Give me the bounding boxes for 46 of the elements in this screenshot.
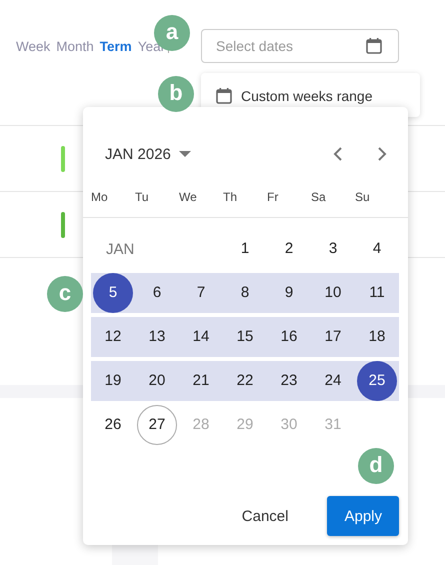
weekday-label: Tu <box>135 190 150 206</box>
callout-marker: c <box>47 276 83 312</box>
calendar-day[interactable]: 24 <box>313 361 353 401</box>
calendar-day[interactable]: 7 <box>181 273 221 313</box>
calendar-day[interactable]: 8 <box>225 273 265 313</box>
date-field[interactable]: Select dates <box>201 29 399 63</box>
calendar-day[interactable]: 14 <box>181 317 221 357</box>
calendar-day[interactable]: 4 <box>357 229 397 269</box>
calendar-day[interactable]: 13 <box>137 317 177 357</box>
calendar-day[interactable]: 12 <box>93 317 133 357</box>
weekday-label: Fr <box>267 190 280 206</box>
calendar-day[interactable]: 1 <box>225 229 265 269</box>
calendar-day[interactable]: 15 <box>225 317 265 357</box>
calendar-day[interactable]: 2 <box>269 229 309 269</box>
calendar-day[interactable]: 18 <box>357 317 397 357</box>
calendar-day[interactable]: 3 <box>313 229 353 269</box>
weekday-label: We <box>179 190 198 206</box>
calendar-day[interactable]: 17 <box>313 317 353 357</box>
month-label: JAN <box>105 240 136 258</box>
calendar-day[interactable]: 10 <box>313 273 353 313</box>
calendar-day[interactable]: 23 <box>269 361 309 401</box>
chevron-left-icon[interactable] <box>332 146 344 162</box>
calendar-day[interactable]: 9 <box>269 273 309 313</box>
cancel-button[interactable]: Cancel <box>224 496 306 536</box>
calendar-day[interactable]: 19 <box>93 361 133 401</box>
calendar-day[interactable]: 16 <box>269 317 309 357</box>
calendar-day[interactable]: 26 <box>93 405 133 445</box>
apply-button[interactable]: Apply <box>327 496 399 536</box>
weekday-label: Mo <box>91 190 109 206</box>
view-tab[interactable]: Term <box>100 38 132 54</box>
chevron-right-icon[interactable] <box>376 146 388 162</box>
month-dropdown[interactable]: JAN 2026 <box>105 146 191 162</box>
calendar-icon <box>215 87 233 105</box>
weekday-label: Th <box>223 190 238 206</box>
weekday-label: Su <box>355 190 371 206</box>
calendar-day[interactable]: 21 <box>181 361 221 401</box>
calendar-day[interactable]: 6 <box>137 273 177 313</box>
caret-icon <box>178 151 191 157</box>
calendar-day[interactable]: 27 <box>137 405 177 445</box>
calendar-day[interactable]: 11 <box>357 273 397 313</box>
calendar-day[interactable]: 20 <box>137 361 177 401</box>
weekday-label: Sa <box>311 190 327 206</box>
menu-item[interactable]: Custom weeks range <box>201 73 420 119</box>
calendar-icon <box>365 37 383 55</box>
calendar-day[interactable]: 22 <box>225 361 265 401</box>
callout-marker: b <box>158 76 194 112</box>
